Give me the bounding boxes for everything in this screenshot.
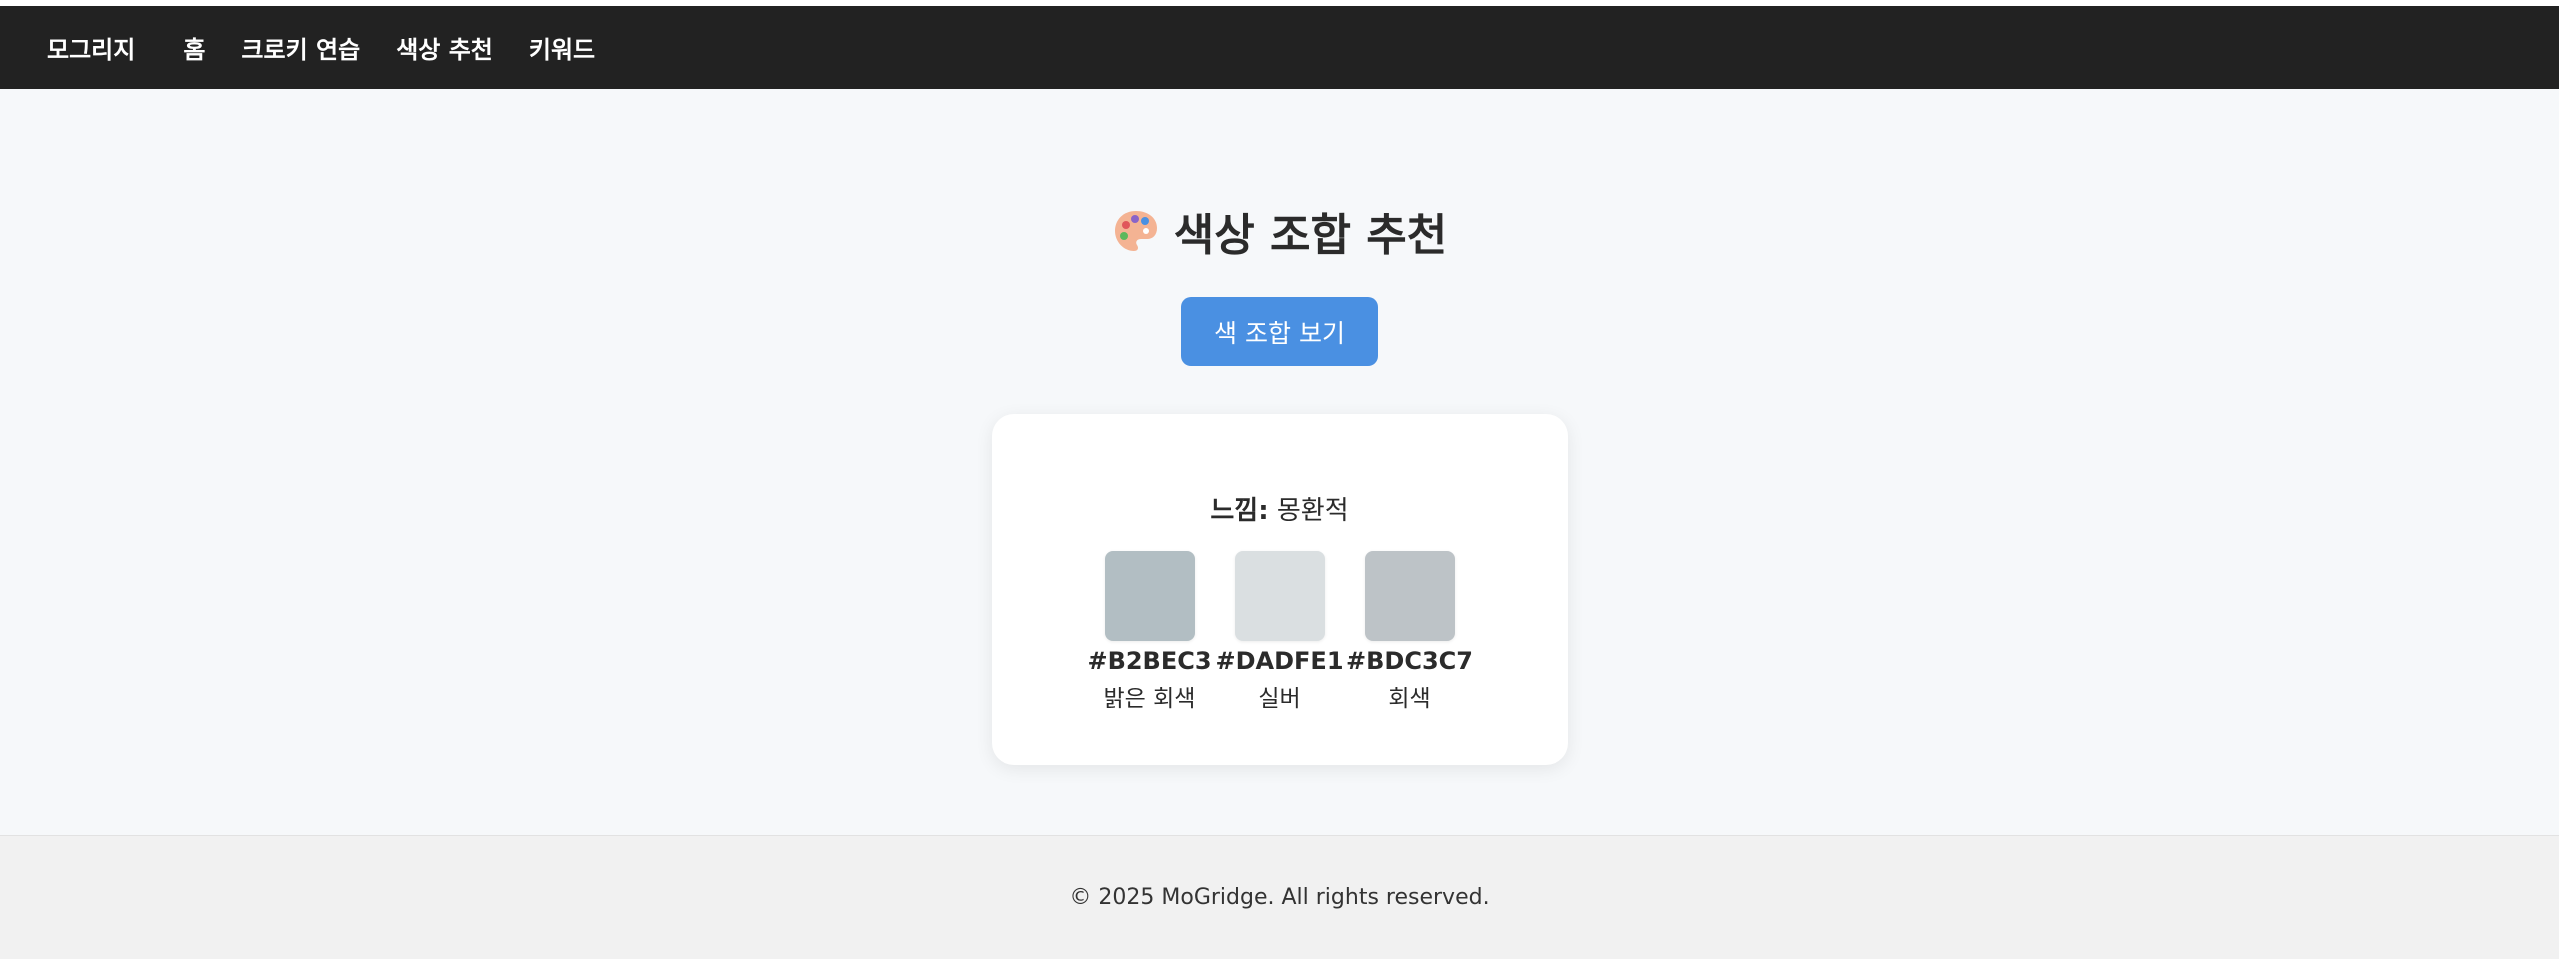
navbar: 모그리지 홈 크로키 연습 색상 추천 키워드 — [0, 6, 2559, 89]
nav-link-color[interactable]: 색상 추천 — [396, 30, 493, 65]
swatch-color-box — [1104, 551, 1195, 641]
mood-value: 몽환적 — [1268, 496, 1349, 526]
title-row: 색상 조합 추천 — [1112, 201, 1448, 261]
swatch-color-box — [1364, 551, 1455, 641]
show-combination-button[interactable]: 색 조합 보기 — [1181, 297, 1378, 366]
main-content: 색상 조합 추천 색 조합 보기 느낌: 몽환적 #B2BEC3 밝은 회색 #… — [0, 89, 2559, 835]
nav-link-home[interactable]: 홈 — [183, 30, 205, 65]
swatch-name: 실버 — [1258, 686, 1301, 712]
color-card: 느낌: 몽환적 #B2BEC3 밝은 회색 #DADFE1 실버 #BDC3C7… — [991, 414, 1568, 765]
brand-logo[interactable]: 모그리지 — [47, 30, 135, 65]
page-title: 색상 조합 추천 — [1173, 210, 1448, 261]
mood-row: 느낌: 몽환적 — [1210, 490, 1348, 527]
nav-link-keyword[interactable]: 키워드 — [529, 30, 595, 65]
copyright-text: © 2025 MoGridge. All rights reserved. — [1069, 885, 1490, 910]
swatch-hex: #B2BEC3 — [1087, 647, 1212, 675]
mood-label: 느낌: — [1210, 496, 1269, 526]
palette-icon — [1114, 211, 1157, 251]
swatch-hex: #BDC3C7 — [1346, 647, 1473, 675]
swatch-color-box — [1234, 551, 1325, 641]
swatch-item: #DADFE1 실버 — [1216, 551, 1344, 713]
swatch-name: 회색 — [1388, 686, 1431, 712]
swatch-item: #B2BEC3 밝은 회색 — [1087, 551, 1212, 713]
swatch-list: #B2BEC3 밝은 회색 #DADFE1 실버 #BDC3C7 회색 — [1087, 551, 1473, 713]
swatch-hex: #DADFE1 — [1215, 647, 1344, 675]
swatch-name: 밝은 회색 — [1103, 686, 1196, 712]
footer: © 2025 MoGridge. All rights reserved. — [0, 835, 2559, 959]
swatch-item: #BDC3C7 회색 — [1346, 551, 1473, 713]
nav-link-croquis[interactable]: 크로키 연습 — [241, 30, 360, 65]
